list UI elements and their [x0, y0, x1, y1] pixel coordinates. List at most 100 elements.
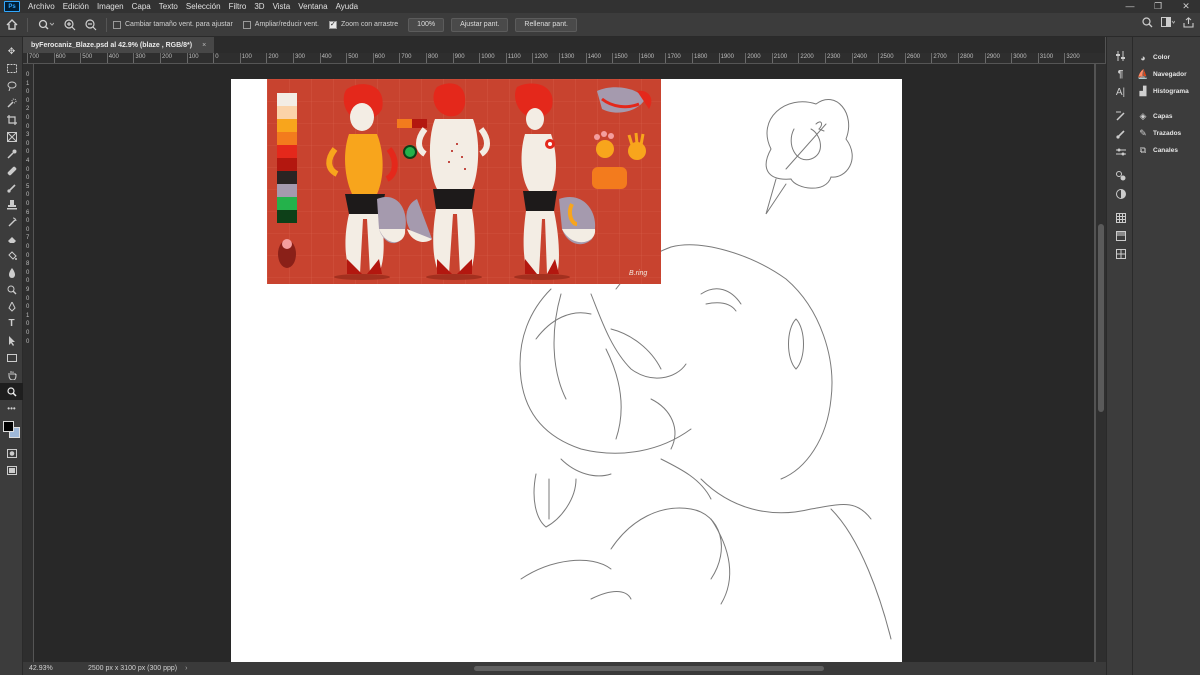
move-tool-icon[interactable]: ✥	[0, 43, 23, 60]
brush-settings-icon[interactable]	[1107, 107, 1134, 125]
status-menu-arrow-icon[interactable]: ›	[185, 665, 187, 672]
zoom-level[interactable]: 42.93%	[29, 665, 71, 672]
zoom-tool-icon[interactable]	[0, 383, 23, 400]
vertical-ruler[interactable]: 01002003004005006007008009001000	[23, 64, 34, 662]
quick-mask-icon[interactable]	[0, 445, 23, 462]
menu-ventana[interactable]: Ventana	[294, 2, 331, 11]
fill-screen-button[interactable]: Rellenar pant.	[515, 17, 577, 32]
more-tools-icon[interactable]: •••	[0, 400, 23, 417]
close-document-icon[interactable]: ×	[202, 42, 206, 49]
ruler-tick-label: 1400	[585, 53, 601, 63]
marquee-tool-icon[interactable]	[0, 60, 23, 77]
minimize-button[interactable]: —	[1116, 0, 1144, 13]
dodge-tool-icon[interactable]	[0, 281, 23, 298]
menu-edicion[interactable]: Edición	[59, 2, 93, 11]
history-brush-tool-icon[interactable]	[0, 213, 23, 230]
options-right-icons	[1142, 17, 1194, 31]
panel-layers[interactable]: ◈ Capas	[1133, 108, 1200, 125]
zoom-in-icon[interactable]	[61, 16, 79, 34]
zoom-tool-preset-icon[interactable]	[37, 16, 55, 34]
checkbox-box[interactable]	[113, 20, 121, 29]
path-selection-tool-icon[interactable]	[0, 332, 23, 349]
crop-tool-icon[interactable]	[0, 111, 23, 128]
patterns-icon[interactable]	[1107, 245, 1134, 263]
collapsed-panels: ◕ Color ⛵ Navegador ▟ Histograma ◈ Capas…	[1133, 37, 1200, 675]
menu-seleccion[interactable]: Selección	[182, 2, 225, 11]
rectangle-tool-icon[interactable]	[0, 349, 23, 366]
scrubby-zoom-checkbox[interactable]: ✓ Zoom con arrastre	[328, 20, 398, 29]
zoom-out-icon[interactable]	[82, 16, 100, 34]
screen-mode-icon[interactable]	[0, 462, 23, 479]
horizontal-scroll-thumb[interactable]	[474, 666, 824, 671]
ruler-tick-label: 0	[26, 72, 30, 78]
menu-archivo[interactable]: Archivo	[24, 2, 59, 11]
character-reference-sheet[interactable]: B.ring	[267, 79, 661, 284]
color-swatches[interactable]	[0, 417, 23, 445]
menu-capa[interactable]: Capa	[128, 2, 155, 11]
document-tab[interactable]: byFerocaniz_Blaze.psd al 42.9% (blaze , …	[23, 37, 215, 53]
panel-channels[interactable]: ⧉ Canales	[1133, 142, 1200, 159]
ruler-tick-label: 1200	[532, 53, 548, 63]
window-controls: — ❐ ✕	[1116, 0, 1200, 13]
character-icon[interactable]: A|	[1107, 83, 1134, 101]
checkbox-box[interactable]	[242, 20, 251, 29]
menu-ayuda[interactable]: Ayuda	[332, 2, 363, 11]
foreground-color-swatch[interactable]	[3, 421, 14, 432]
styles-icon[interactable]	[1107, 185, 1134, 203]
brush-tool-icon[interactable]	[0, 179, 23, 196]
panel-label: Canales	[1153, 147, 1178, 154]
frame-tool-icon[interactable]	[0, 128, 23, 145]
close-window-button[interactable]: ✕	[1172, 0, 1200, 13]
panel-paths[interactable]: ✎ Trazados	[1133, 125, 1200, 142]
menu-vista[interactable]: Vista	[269, 2, 295, 11]
workspace-icon[interactable]	[1161, 17, 1176, 31]
clone-source-icon[interactable]	[1107, 143, 1134, 161]
ruler-tick-label: 1900	[718, 53, 734, 63]
pen-tool-icon[interactable]	[0, 298, 23, 315]
ruler-tick-label: 1000	[479, 53, 495, 63]
eraser-tool-icon[interactable]	[0, 230, 23, 247]
checkbox-box-checked[interactable]: ✓	[328, 20, 337, 29]
ruler-tick-label: 200	[266, 53, 278, 63]
panel-color[interactable]: ◕ Color	[1133, 49, 1200, 66]
fit-screen-button[interactable]: Ajustar pant.	[451, 17, 509, 32]
zoom-100-button[interactable]: 100%	[408, 17, 445, 32]
panel-icon-dock: ¶ A|	[1106, 37, 1133, 675]
quick-selection-tool-icon[interactable]	[0, 94, 23, 111]
zoom-all-windows-checkbox[interactable]: Ampliar/reducir vent.	[242, 20, 319, 29]
blur-tool-icon[interactable]	[0, 264, 23, 281]
ruler-tick-label: 0	[26, 244, 30, 250]
paragraph-icon[interactable]: ¶	[1107, 65, 1134, 83]
separator	[106, 17, 107, 32]
swatches-icon[interactable]	[1107, 209, 1134, 227]
share-icon[interactable]	[1183, 17, 1194, 31]
gradients-icon[interactable]	[1107, 227, 1134, 245]
color-icon: ◕	[1140, 52, 1146, 63]
vertical-scroll-thumb[interactable]	[1098, 224, 1104, 412]
hand-tool-icon[interactable]	[0, 366, 23, 383]
restore-button[interactable]: ❐	[1144, 0, 1172, 13]
home-icon[interactable]	[3, 16, 21, 34]
healing-brush-tool-icon[interactable]	[0, 162, 23, 179]
menu-filtro[interactable]: Filtro	[225, 2, 251, 11]
panel-navigator[interactable]: ⛵ Navegador	[1133, 66, 1200, 83]
ruler-tick-label: 100	[239, 53, 252, 63]
clone-stamp-tool-icon[interactable]	[0, 196, 23, 213]
menu-imagen[interactable]: Imagen	[93, 2, 128, 11]
brushes-icon[interactable]	[1107, 125, 1134, 143]
vertical-scrollbar[interactable]	[1096, 64, 1106, 662]
lasso-tool-icon[interactable]	[0, 77, 23, 94]
adjustments-icon[interactable]	[1107, 167, 1134, 185]
menu-3d[interactable]: 3D	[250, 2, 268, 11]
menu-texto[interactable]: Texto	[155, 2, 182, 11]
properties-icon[interactable]	[1107, 47, 1134, 65]
horizontal-ruler[interactable]: 700 600 500 400 300 200 100 0 100 200 300 400 500 600…	[23, 53, 1105, 64]
eyedropper-tool-icon[interactable]	[0, 145, 23, 162]
panel-histogram[interactable]: ▟ Histograma	[1133, 83, 1200, 100]
resize-windows-checkbox[interactable]: Cambiar tamaño vent. para ajustar	[113, 20, 233, 29]
search-icon[interactable]	[1142, 17, 1153, 31]
document-workspace[interactable]: B.ring	[34, 64, 1094, 662]
paint-bucket-tool-icon[interactable]	[0, 247, 23, 264]
type-tool-icon[interactable]: T	[0, 315, 23, 332]
ruler-tick-label: 0	[213, 53, 219, 63]
